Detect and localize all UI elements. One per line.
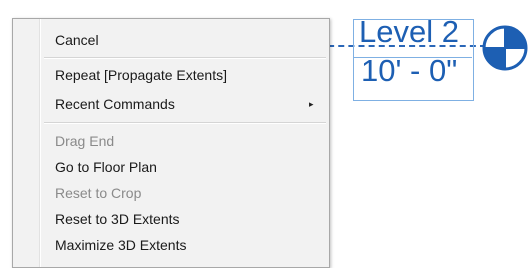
level-elevation-text[interactable]: 10' - 0": [361, 53, 457, 89]
menu-item-go-to-floor-plan[interactable]: Go to Floor Plan: [13, 155, 329, 179]
menu-item-recent-commands[interactable]: Recent Commands ▸: [13, 92, 329, 116]
menu-item-label: Repeat [Propagate Extents]: [55, 67, 227, 83]
menu-item-label: Drag End: [55, 133, 115, 149]
menu-item-cancel[interactable]: Cancel: [13, 28, 329, 52]
menu-item-label: Recent Commands: [55, 96, 175, 112]
level-name-text[interactable]: Level 2: [359, 14, 459, 50]
submenu-arrow-icon: ▸: [309, 99, 314, 109]
menu-separator: [44, 122, 326, 124]
menu-item-label: Maximize 3D Extents: [55, 237, 187, 253]
menu-item-repeat[interactable]: Repeat [Propagate Extents]: [13, 63, 329, 87]
menu-item-reset-to-crop: Reset to Crop: [13, 181, 329, 205]
menu-item-reset-to-3d-extents[interactable]: Reset to 3D Extents: [13, 207, 329, 231]
menu-separator: [44, 57, 326, 59]
context-menu: Cancel Repeat [Propagate Extents] Recent…: [12, 18, 330, 268]
menu-item-label: Cancel: [55, 32, 99, 48]
menu-item-label: Reset to Crop: [55, 185, 142, 201]
level-head-symbol-icon[interactable]: [480, 23, 530, 73]
menu-item-label: Go to Floor Plan: [55, 159, 157, 175]
menu-item-label: Reset to 3D Extents: [55, 211, 180, 227]
menu-item-maximize-3d-extents[interactable]: Maximize 3D Extents: [13, 233, 329, 257]
menu-item-drag-end: Drag End: [13, 129, 329, 153]
